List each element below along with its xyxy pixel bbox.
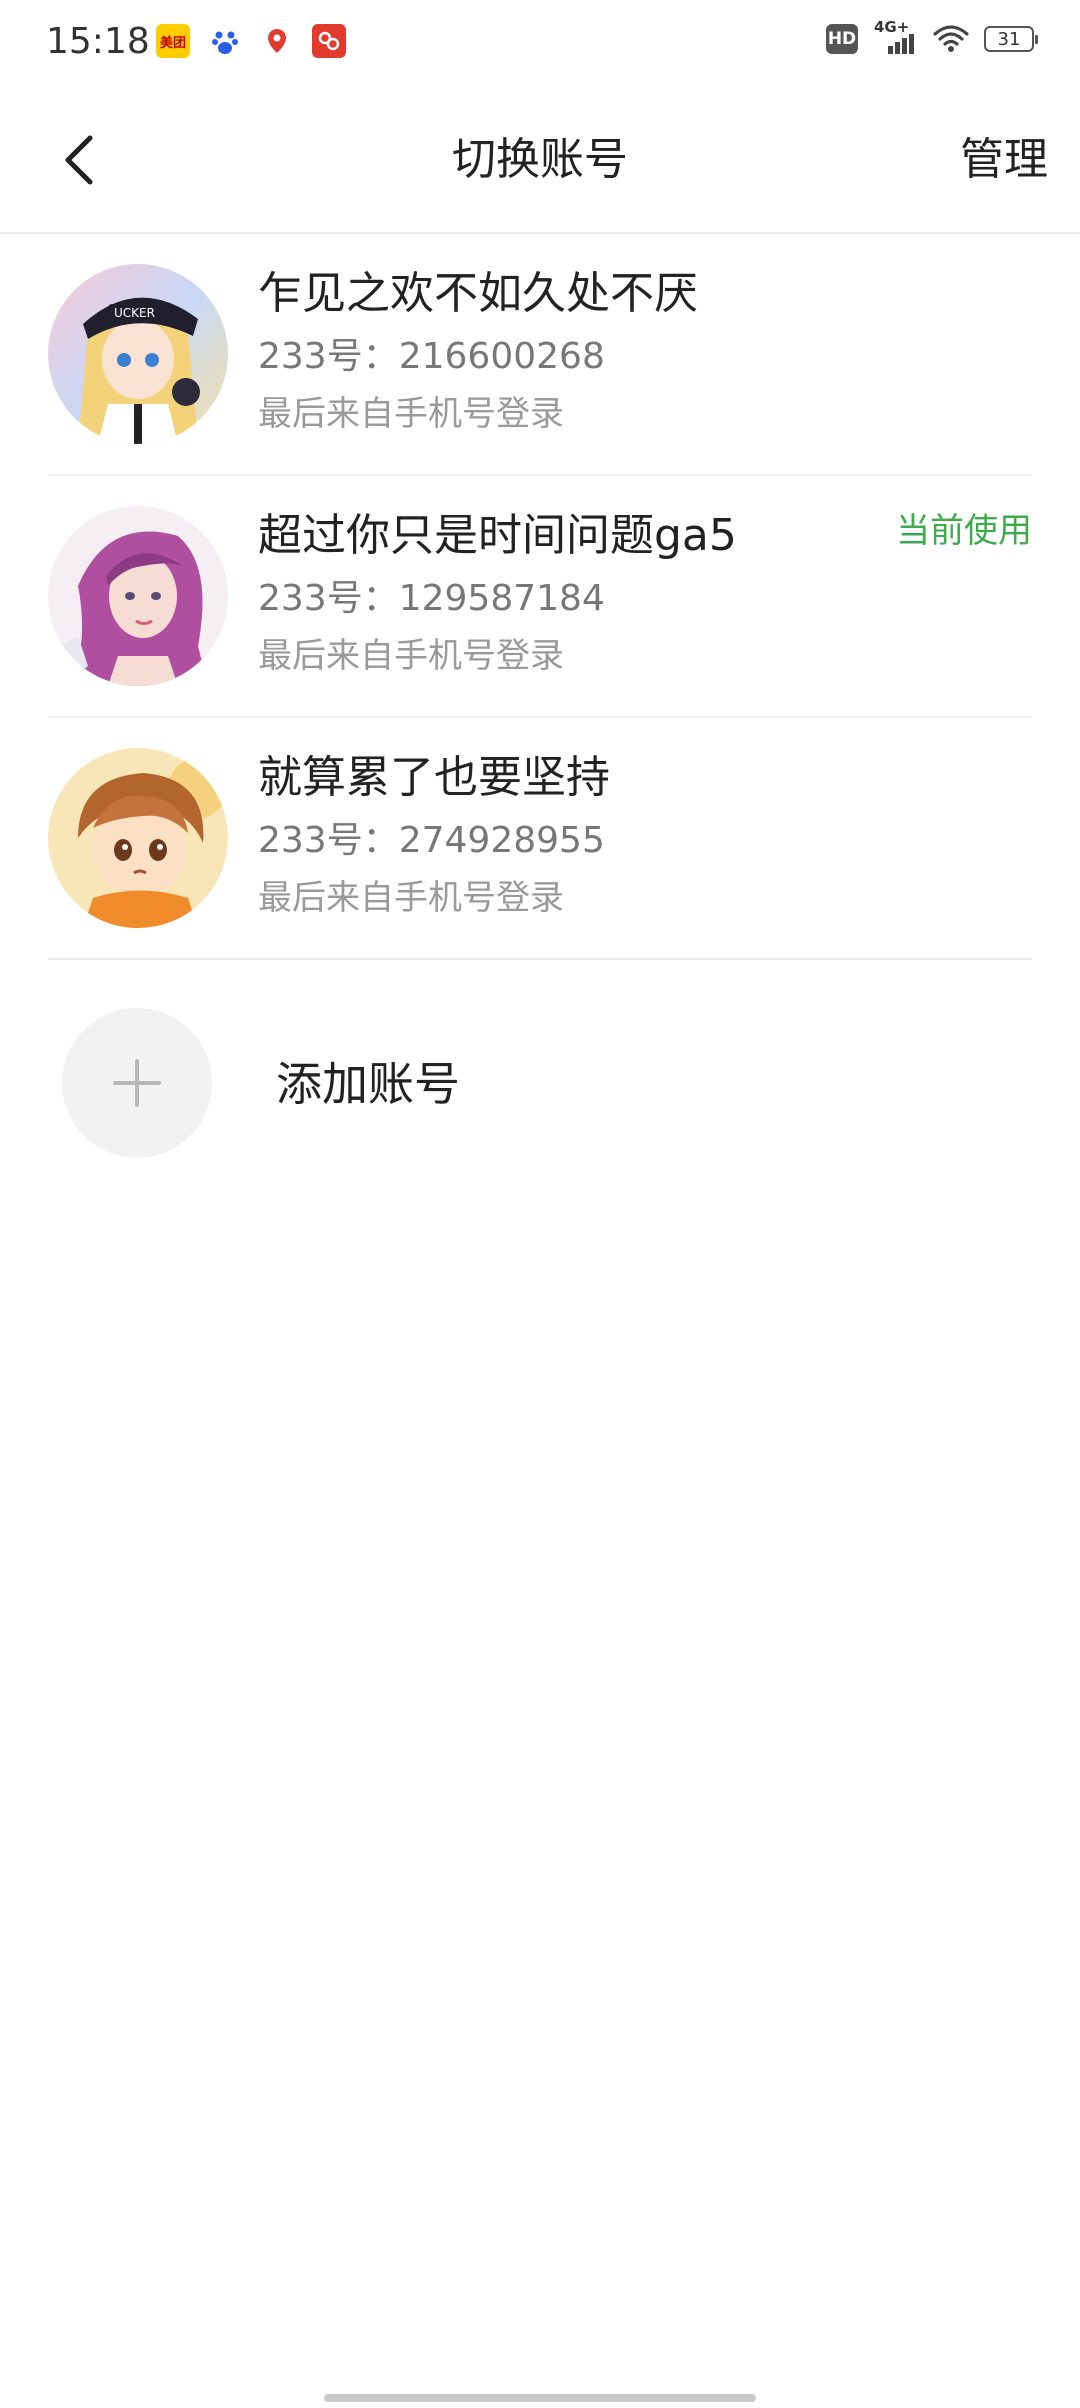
status-bar: 15:18 美团 HD 4G+ 31 [0, 0, 1080, 84]
chevron-left-icon [65, 135, 93, 185]
account-list: UCKER 乍见之欢不如久处不厌 233号：216600268 最后来自手机号登… [0, 234, 1080, 960]
status-indicators: HD 4G+ 31 [826, 18, 1038, 56]
account-login-source: 最后来自手机号登录 [258, 394, 564, 434]
header: 切换账号 管理 [0, 84, 1080, 234]
account-id: 233号：216600268 [258, 336, 605, 377]
avatar [48, 506, 228, 686]
add-account-button[interactable]: 添加账号 [0, 1000, 1080, 1160]
account-login-source: 最后来自手机号登录 [258, 878, 564, 918]
manage-button[interactable]: 管理 [960, 128, 1048, 192]
baidu-app-icon [208, 24, 242, 58]
account-item[interactable]: 超过你只是时间问题ga5 当前使用 233号：129587184 最后来自手机号… [0, 476, 1080, 718]
red-app-icon [312, 24, 346, 58]
cellular-signal-icon: 4G+ [872, 18, 918, 56]
account-item[interactable]: UCKER 乍见之欢不如久处不厌 233号：216600268 最后来自手机号登… [0, 234, 1080, 476]
avatar: UCKER [48, 264, 228, 444]
map-pin-app-icon [260, 24, 294, 58]
svg-text:UCKER: UCKER [114, 306, 155, 320]
status-app-icons: 美团 [156, 24, 346, 58]
divider [48, 958, 1032, 960]
page-title: 切换账号 [452, 134, 628, 185]
home-indicator[interactable] [324, 2394, 756, 2402]
current-account-badge: 当前使用 [896, 511, 1032, 551]
battery-icon: 31 [984, 26, 1038, 52]
battery-level: 31 [997, 28, 1021, 50]
back-button[interactable] [50, 128, 110, 192]
account-item[interactable]: 就算累了也要坚持 233号：274928955 最后来自手机号登录 [0, 718, 1080, 960]
account-login-source: 最后来自手机号登录 [258, 636, 564, 676]
status-time: 15:18 [46, 21, 150, 62]
wifi-icon [933, 25, 969, 52]
account-name: 就算累了也要坚持 [258, 752, 610, 803]
hd-badge: HD [826, 24, 858, 54]
add-account-label: 添加账号 [276, 1057, 460, 1111]
account-name: 乍见之欢不如久处不厌 [258, 268, 698, 319]
plus-icon [113, 1059, 161, 1107]
add-account-circle [62, 1008, 212, 1158]
meituan-app-icon: 美团 [156, 24, 190, 58]
avatar [48, 748, 228, 928]
account-id: 233号：129587184 [258, 578, 605, 619]
account-id: 233号：274928955 [258, 820, 605, 861]
account-name: 超过你只是时间问题ga5 [258, 510, 737, 561]
